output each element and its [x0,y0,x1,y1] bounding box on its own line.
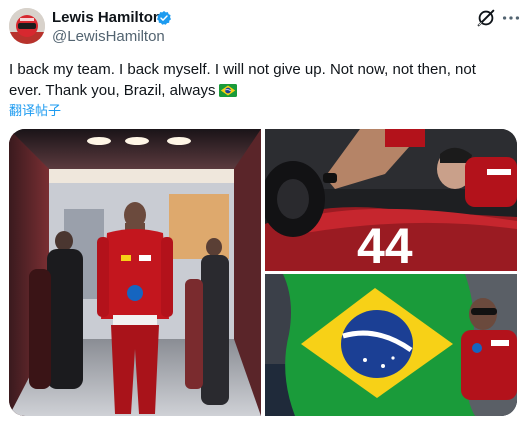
photo-brazil-flag[interactable] [265,274,517,416]
author-display-name[interactable]: Lewis Hamilton [52,9,162,27]
car-number-label: 44 [357,218,413,271]
media-grid: 44 [9,129,517,416]
grok-icon[interactable] [475,7,497,29]
brazil-flag-emoji [219,82,238,103]
photo-hallway[interactable] [9,129,261,416]
photo-car-44[interactable]: 44 [265,129,517,271]
tweet-text-content: I back my team. I back myself. I will no… [9,61,476,99]
more-options-icon[interactable] [500,7,522,29]
author-handle[interactable]: @LewisHamilton [52,28,165,46]
translate-post-link[interactable]: 翻译帖子 [9,102,61,119]
tweet-text: I back my team. I back myself. I will no… [9,59,509,103]
avatar[interactable] [9,8,45,44]
verified-badge-icon [156,10,172,26]
